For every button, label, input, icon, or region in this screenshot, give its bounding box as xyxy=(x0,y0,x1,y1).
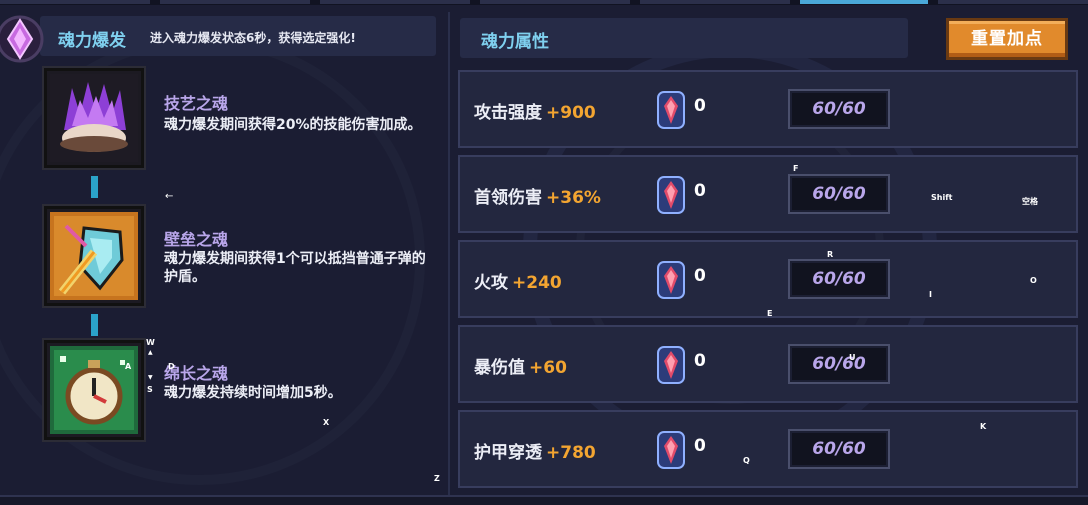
stat-bonus: +900 xyxy=(546,103,596,123)
soul-desc-bulwark: 魂力爆发期间获得1个可以抵挡普通子弹的护盾。 xyxy=(164,251,426,285)
soul-gem-icon xyxy=(657,261,685,299)
stat-value-box[interactable]: 60/60 xyxy=(788,259,890,299)
stopwatch-icon xyxy=(50,346,138,434)
gem-count: 0 xyxy=(694,181,706,201)
soul-connector xyxy=(91,314,98,336)
reset-points-button[interactable]: 重置加点 xyxy=(946,18,1068,60)
key-hint-space: 空格 xyxy=(1022,197,1038,206)
stat-name: 暴伤值 xyxy=(474,358,525,378)
tab-segment-active[interactable] xyxy=(800,0,928,4)
soul-gem-icon xyxy=(657,346,685,384)
tab-segment[interactable] xyxy=(160,0,310,4)
stat-bonus: +36% xyxy=(546,188,601,208)
key-hint-s: S xyxy=(147,385,153,394)
key-hint-z: Z xyxy=(434,474,440,483)
arrow-left-hint: ← xyxy=(165,191,174,202)
soul-burst-emblem-icon xyxy=(0,8,46,70)
soul-name-skill: 技艺之魂 xyxy=(164,94,229,113)
tab-segment[interactable] xyxy=(0,0,150,4)
key-hint-w: W xyxy=(146,338,155,347)
stat-name: 攻击强度 xyxy=(474,103,542,123)
stat-bonus: +240 xyxy=(512,273,562,293)
key-hint-a: A xyxy=(125,362,132,371)
key-hint-x: X xyxy=(323,418,330,427)
key-hint-k: K xyxy=(980,422,987,431)
stat-label: 火攻 +240 xyxy=(474,268,562,293)
gem-count: 0 xyxy=(694,351,706,371)
stat-name: 护甲穿透 xyxy=(474,443,542,463)
soul-burst-title: 魂力爆发 xyxy=(58,31,126,51)
stat-label: 暴伤值 +60 xyxy=(474,353,567,378)
soul-connector xyxy=(91,176,98,198)
crystal-fist-icon xyxy=(50,74,138,162)
soul-desc-duration: 魂力爆发持续时间增加5秒。 xyxy=(164,385,342,401)
soul-burst-description: 进入魂力爆发状态6秒，获得选定强化! xyxy=(150,31,356,45)
shield-sword-icon xyxy=(50,212,138,300)
key-hint-r: R xyxy=(827,250,834,259)
down-arrow-hint: ▼ xyxy=(148,374,153,381)
tab-segment[interactable] xyxy=(480,0,630,4)
key-hint-e: E xyxy=(767,309,773,318)
stat-row: 首领伤害 +36% 0 60/60 xyxy=(458,155,1078,233)
key-hint-shift: Shift xyxy=(931,193,953,202)
stat-value-box[interactable]: 60/60 xyxy=(788,344,890,384)
top-tab-strip xyxy=(0,0,1088,5)
gem-count: 0 xyxy=(694,436,706,456)
gem-count: 0 xyxy=(694,96,706,116)
up-arrow-hint: ▲ xyxy=(148,349,153,356)
stat-row: 火攻 +240 0 60/60 xyxy=(458,240,1078,318)
stat-label: 首领伤害 +36% xyxy=(474,183,601,208)
soul-slot-skill[interactable] xyxy=(44,68,144,168)
stat-row: 攻击强度 +900 0 60/60 xyxy=(458,70,1078,148)
soul-gem-icon xyxy=(657,431,685,469)
panel-divider xyxy=(448,12,450,495)
gem-count: 0 xyxy=(694,266,706,286)
stat-value-box[interactable]: 60/60 xyxy=(788,89,890,129)
key-hint-i: I xyxy=(929,290,932,299)
key-hint-d: D xyxy=(168,362,175,371)
soul-desc-skill: 魂力爆发期间获得20%的技能伤害加成。 xyxy=(164,117,422,133)
stat-label: 攻击强度 +900 xyxy=(474,98,596,123)
tab-segment[interactable] xyxy=(640,0,790,4)
soul-attributes-title: 魂力属性 xyxy=(481,32,549,52)
soul-gem-icon xyxy=(657,91,685,129)
stat-bonus: +780 xyxy=(546,443,596,463)
soul-gem-icon xyxy=(657,176,685,214)
stat-value-box[interactable]: 60/60 xyxy=(788,174,890,214)
soul-slot-bulwark[interactable] xyxy=(44,206,144,306)
key-hint-f: F xyxy=(793,164,799,173)
soul-slot-duration[interactable] xyxy=(44,340,144,440)
bottom-bar xyxy=(0,495,1088,505)
stat-label: 护甲穿透 +780 xyxy=(474,438,596,463)
stat-value-box[interactable]: 60/60 xyxy=(788,429,890,469)
key-hint-q: Q xyxy=(743,456,750,465)
key-hint-o: O xyxy=(1030,276,1037,285)
stat-row: 暴伤值 +60 0 60/60 xyxy=(458,325,1078,403)
stat-bonus: +60 xyxy=(529,358,567,378)
soul-name-bulwark: 壁垒之魂 xyxy=(164,230,229,249)
tab-segment[interactable] xyxy=(938,0,1088,4)
stat-name: 首领伤害 xyxy=(474,188,542,208)
key-hint-u: U xyxy=(849,353,856,362)
stat-name: 火攻 xyxy=(474,273,508,293)
tab-segment[interactable] xyxy=(320,0,470,4)
